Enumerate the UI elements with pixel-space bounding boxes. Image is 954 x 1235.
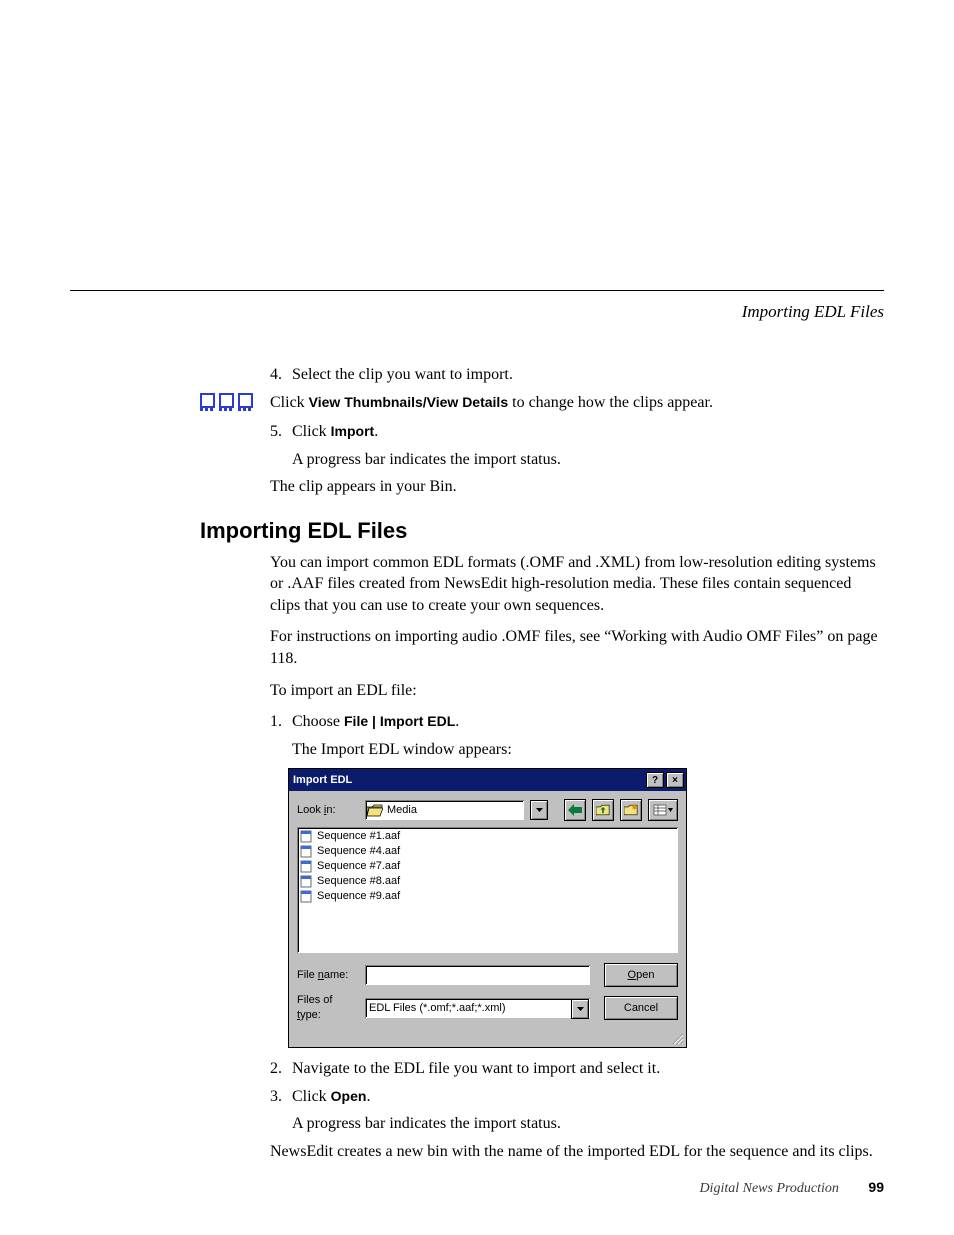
new-folder-button[interactable] [620, 799, 642, 821]
resize-grip[interactable] [289, 1033, 686, 1047]
dialog-title: Import EDL [293, 773, 352, 788]
step-5-bold: Import [331, 423, 375, 439]
look-in-dropdown-arrow[interactable] [530, 800, 548, 820]
view-tip-icons [200, 392, 270, 408]
file-name: Sequence #4.aaf [317, 844, 400, 859]
step-5-post: . [374, 423, 378, 440]
main-step-2-text: Navigate to the EDL file you want to imp… [292, 1060, 660, 1077]
thumbnail-icon [238, 393, 253, 408]
main-step-3-post: . [366, 1088, 370, 1105]
tip-prefix: Click [270, 394, 309, 411]
step-5: 5. Click Import. [270, 421, 884, 443]
arrow-left-icon [568, 804, 582, 816]
top-end: The clip appears in your Bin. [270, 476, 884, 498]
cancel-button[interactable]: Cancel [604, 996, 678, 1020]
cancel-label: Cancel [624, 1001, 658, 1016]
chevron-down-icon [536, 808, 543, 812]
filetype-dropdown-arrow[interactable] [571, 999, 589, 1019]
file-name: Sequence #1.aaf [317, 829, 400, 844]
running-head: Importing EDL Files [70, 301, 884, 324]
look-in-label: Look in: [297, 803, 359, 818]
section-heading: Importing EDL Files [200, 516, 884, 546]
filename-label: File name: [297, 968, 359, 983]
step-4: 4. Select the clip you want to import. [270, 364, 884, 386]
intro-p3: To import an EDL file: [270, 680, 884, 702]
folder-open-icon [367, 804, 383, 817]
intro-p2: For instructions on importing audio .OMF… [270, 626, 884, 669]
look-in-label-pre: Look [297, 804, 324, 816]
tip-suffix: to change how the clips appear. [508, 394, 713, 411]
filetype-label: Files of type: [297, 993, 359, 1023]
thumbnail-icon [200, 393, 215, 408]
help-button[interactable]: ? [646, 772, 664, 788]
main-step-3-sub: A progress bar indicates the import stat… [292, 1113, 884, 1135]
view-tip-text: Click View Thumbnails/View Details to ch… [270, 392, 884, 414]
filetype-label-post: ype: [300, 1009, 321, 1021]
step-5-sub: A progress bar indicates the import stat… [292, 449, 884, 471]
main-step-3-number: 3. [270, 1086, 288, 1108]
file-item[interactable]: Sequence #7.aaf [299, 859, 676, 874]
thumbnail-icon [219, 393, 234, 408]
view-list-icon [653, 804, 673, 816]
back-button[interactable] [564, 799, 586, 821]
footer-label: Digital News Production [699, 1181, 838, 1196]
folder-up-icon [596, 804, 610, 816]
import-edl-dialog: Import EDL ? × Look in: Media [288, 768, 687, 1048]
top-rule [70, 290, 884, 291]
main-step-1: 1. Choose File | Import EDL. [270, 711, 884, 733]
document-icon [299, 890, 315, 903]
main-step-3: 3. Click Open. [270, 1086, 884, 1108]
step-4-text: Select the clip you want to import. [292, 366, 513, 383]
file-list[interactable]: Sequence #1.aaf Sequence #4.aaf Sequence… [297, 827, 678, 953]
close-button[interactable]: × [666, 772, 684, 788]
folder-new-icon [624, 804, 638, 816]
filetype-label-pre: Files of [297, 994, 332, 1006]
file-item[interactable]: Sequence #8.aaf [299, 874, 676, 889]
filetype-value: EDL Files (*.omf;*.aaf;*.xml) [369, 1001, 506, 1016]
view-tip-row: Click View Thumbnails/View Details to ch… [200, 392, 884, 414]
main-step-3-bold: Open [331, 1088, 367, 1104]
open-rest: pen [636, 968, 654, 983]
document-icon [299, 860, 315, 873]
step-5-pre: Click [292, 423, 331, 440]
file-name: Sequence #8.aaf [317, 874, 400, 889]
main-step-1-post: . [455, 713, 459, 730]
main-step-1-number: 1. [270, 711, 288, 733]
intro-p1: You can import common EDL formats (.OMF … [270, 552, 884, 617]
filename-label-pre: File [297, 969, 318, 981]
main-step-1-sub: The Import EDL window appears: [292, 739, 884, 761]
page-footer: Digital News Production 99 [699, 1178, 884, 1199]
file-item[interactable]: Sequence #4.aaf [299, 844, 676, 859]
file-name: Sequence #7.aaf [317, 859, 400, 874]
main-step-2-number: 2. [270, 1058, 288, 1080]
document-icon [299, 875, 315, 888]
step-4-number: 4. [270, 364, 288, 386]
tip-bold: View Thumbnails/View Details [309, 394, 508, 410]
main-step-3-pre: Click [292, 1088, 331, 1105]
view-menu-button[interactable] [648, 799, 678, 821]
main-step-2: 2. Navigate to the EDL file you want to … [270, 1058, 884, 1080]
resize-grip-icon [670, 1031, 684, 1045]
open-button[interactable]: Open [604, 963, 678, 987]
main-step-1-pre: Choose [292, 713, 344, 730]
look-in-dropdown[interactable]: Media [365, 800, 524, 820]
look-in-label-post: n: [326, 804, 335, 816]
footer-page-number: 99 [868, 1179, 884, 1195]
chevron-down-icon [577, 1007, 584, 1011]
open-u: O [628, 968, 637, 983]
document-icon [299, 830, 315, 843]
up-one-level-button[interactable] [592, 799, 614, 821]
file-item[interactable]: Sequence #1.aaf [299, 829, 676, 844]
step-5-number: 5. [270, 421, 288, 443]
filetype-dropdown[interactable]: EDL Files (*.omf;*.aaf;*.xml) [365, 998, 590, 1018]
main-step-1-bold: File | Import EDL [344, 713, 455, 729]
filename-label-post: ame: [324, 969, 348, 981]
dialog-titlebar[interactable]: Import EDL ? × [289, 769, 686, 791]
look-in-value: Media [387, 803, 417, 818]
filename-input[interactable] [365, 965, 590, 985]
file-item[interactable]: Sequence #9.aaf [299, 889, 676, 904]
main-end: NewsEdit creates a new bin with the name… [270, 1141, 884, 1163]
file-name: Sequence #9.aaf [317, 889, 400, 904]
document-icon [299, 845, 315, 858]
